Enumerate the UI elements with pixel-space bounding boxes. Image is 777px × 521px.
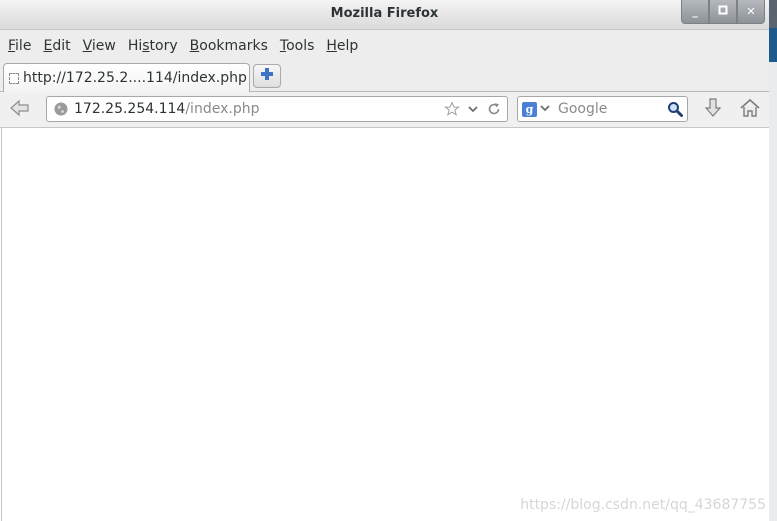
magnifier-icon[interactable] xyxy=(666,100,684,118)
menu-history-label: tory xyxy=(149,38,178,54)
download-button[interactable] xyxy=(700,96,726,124)
maximize-icon xyxy=(718,5,728,18)
menu-bar: File Edit View History Bookmarks Tools H… xyxy=(0,30,769,62)
download-arrow-icon xyxy=(703,97,723,123)
minimize-icon: _ xyxy=(692,5,698,18)
watermark-text: https://blog.csdn.net/qq_43687755 xyxy=(520,497,766,513)
home-icon xyxy=(738,97,762,123)
back-button[interactable] xyxy=(6,98,34,122)
desktop-background xyxy=(769,0,777,521)
menu-help-accel: H xyxy=(326,38,337,54)
menu-edit-accel: E xyxy=(43,38,53,54)
page-content[interactable]: https://blog.csdn.net/qq_43687755 xyxy=(1,128,768,521)
minimize-button[interactable]: _ xyxy=(681,0,709,24)
window-title: Mozilla Firefox xyxy=(330,6,439,21)
url-text[interactable]: 172.25.254.114/index.php xyxy=(74,101,259,117)
maximize-button[interactable] xyxy=(709,0,737,24)
browser-window: Mozilla Firefox _ ✕ File Edit View Histo… xyxy=(0,0,769,521)
search-bar[interactable]: g xyxy=(517,96,688,122)
menu-edit[interactable]: Edit xyxy=(37,38,76,54)
back-arrow-icon xyxy=(8,98,32,122)
menu-file-label: ile xyxy=(15,38,32,54)
menu-help-label: elp xyxy=(336,38,359,54)
window-controls: _ ✕ xyxy=(681,0,765,24)
plus-icon xyxy=(260,67,274,85)
menu-bookmarks[interactable]: Bookmarks xyxy=(184,38,274,54)
google-logo-icon: g xyxy=(522,101,537,117)
menu-view-label: iew xyxy=(91,38,116,54)
chevron-down-icon[interactable] xyxy=(464,100,482,118)
close-button[interactable]: ✕ xyxy=(737,0,765,24)
reload-icon[interactable] xyxy=(485,100,503,118)
globe-icon xyxy=(54,102,68,116)
menu-bookmarks-accel: B xyxy=(189,38,200,54)
tab-label: http://172.25.2....114/index.php xyxy=(23,70,247,86)
home-button[interactable] xyxy=(736,96,764,124)
chevron-down-icon xyxy=(540,102,550,117)
search-input[interactable] xyxy=(558,101,668,117)
close-icon: ✕ xyxy=(746,5,756,18)
menu-tools-label: ools xyxy=(286,38,315,54)
menu-help[interactable]: Help xyxy=(320,38,364,54)
menu-file[interactable]: File xyxy=(2,38,37,54)
new-tab-button[interactable] xyxy=(253,64,281,88)
menu-file-accel: F xyxy=(8,38,16,54)
address-bar-buttons xyxy=(443,100,503,118)
url-path: /index.php xyxy=(185,101,260,117)
menu-tools[interactable]: Tools xyxy=(274,38,321,54)
menu-view-accel: V xyxy=(82,38,92,54)
title-bar[interactable]: Mozilla Firefox _ ✕ xyxy=(0,0,769,30)
menu-history-prefix: Hi xyxy=(127,38,143,54)
url-host: 172.25.254.114 xyxy=(74,101,186,117)
menu-view[interactable]: View xyxy=(77,38,122,54)
address-bar[interactable]: 172.25.254.114/index.php xyxy=(46,96,508,122)
menu-edit-label: dit xyxy=(52,38,71,54)
menu-history[interactable]: History xyxy=(122,38,184,54)
menu-bookmarks-label: ookmarks xyxy=(199,38,268,54)
tab-index-php[interactable]: http://172.25.2....114/index.php xyxy=(3,63,250,92)
page-favicon-icon xyxy=(9,72,19,84)
desktop-lower-area xyxy=(769,62,777,521)
search-engine-selector[interactable]: g xyxy=(522,101,550,117)
menu-history-accel: s xyxy=(142,38,150,54)
navigation-toolbar: 172.25.254.114/index.php g Google xyxy=(0,92,769,128)
tab-strip: http://172.25.2....114/index.php xyxy=(0,62,769,92)
desktop-window-edge xyxy=(769,28,777,62)
star-icon[interactable] xyxy=(443,100,461,118)
